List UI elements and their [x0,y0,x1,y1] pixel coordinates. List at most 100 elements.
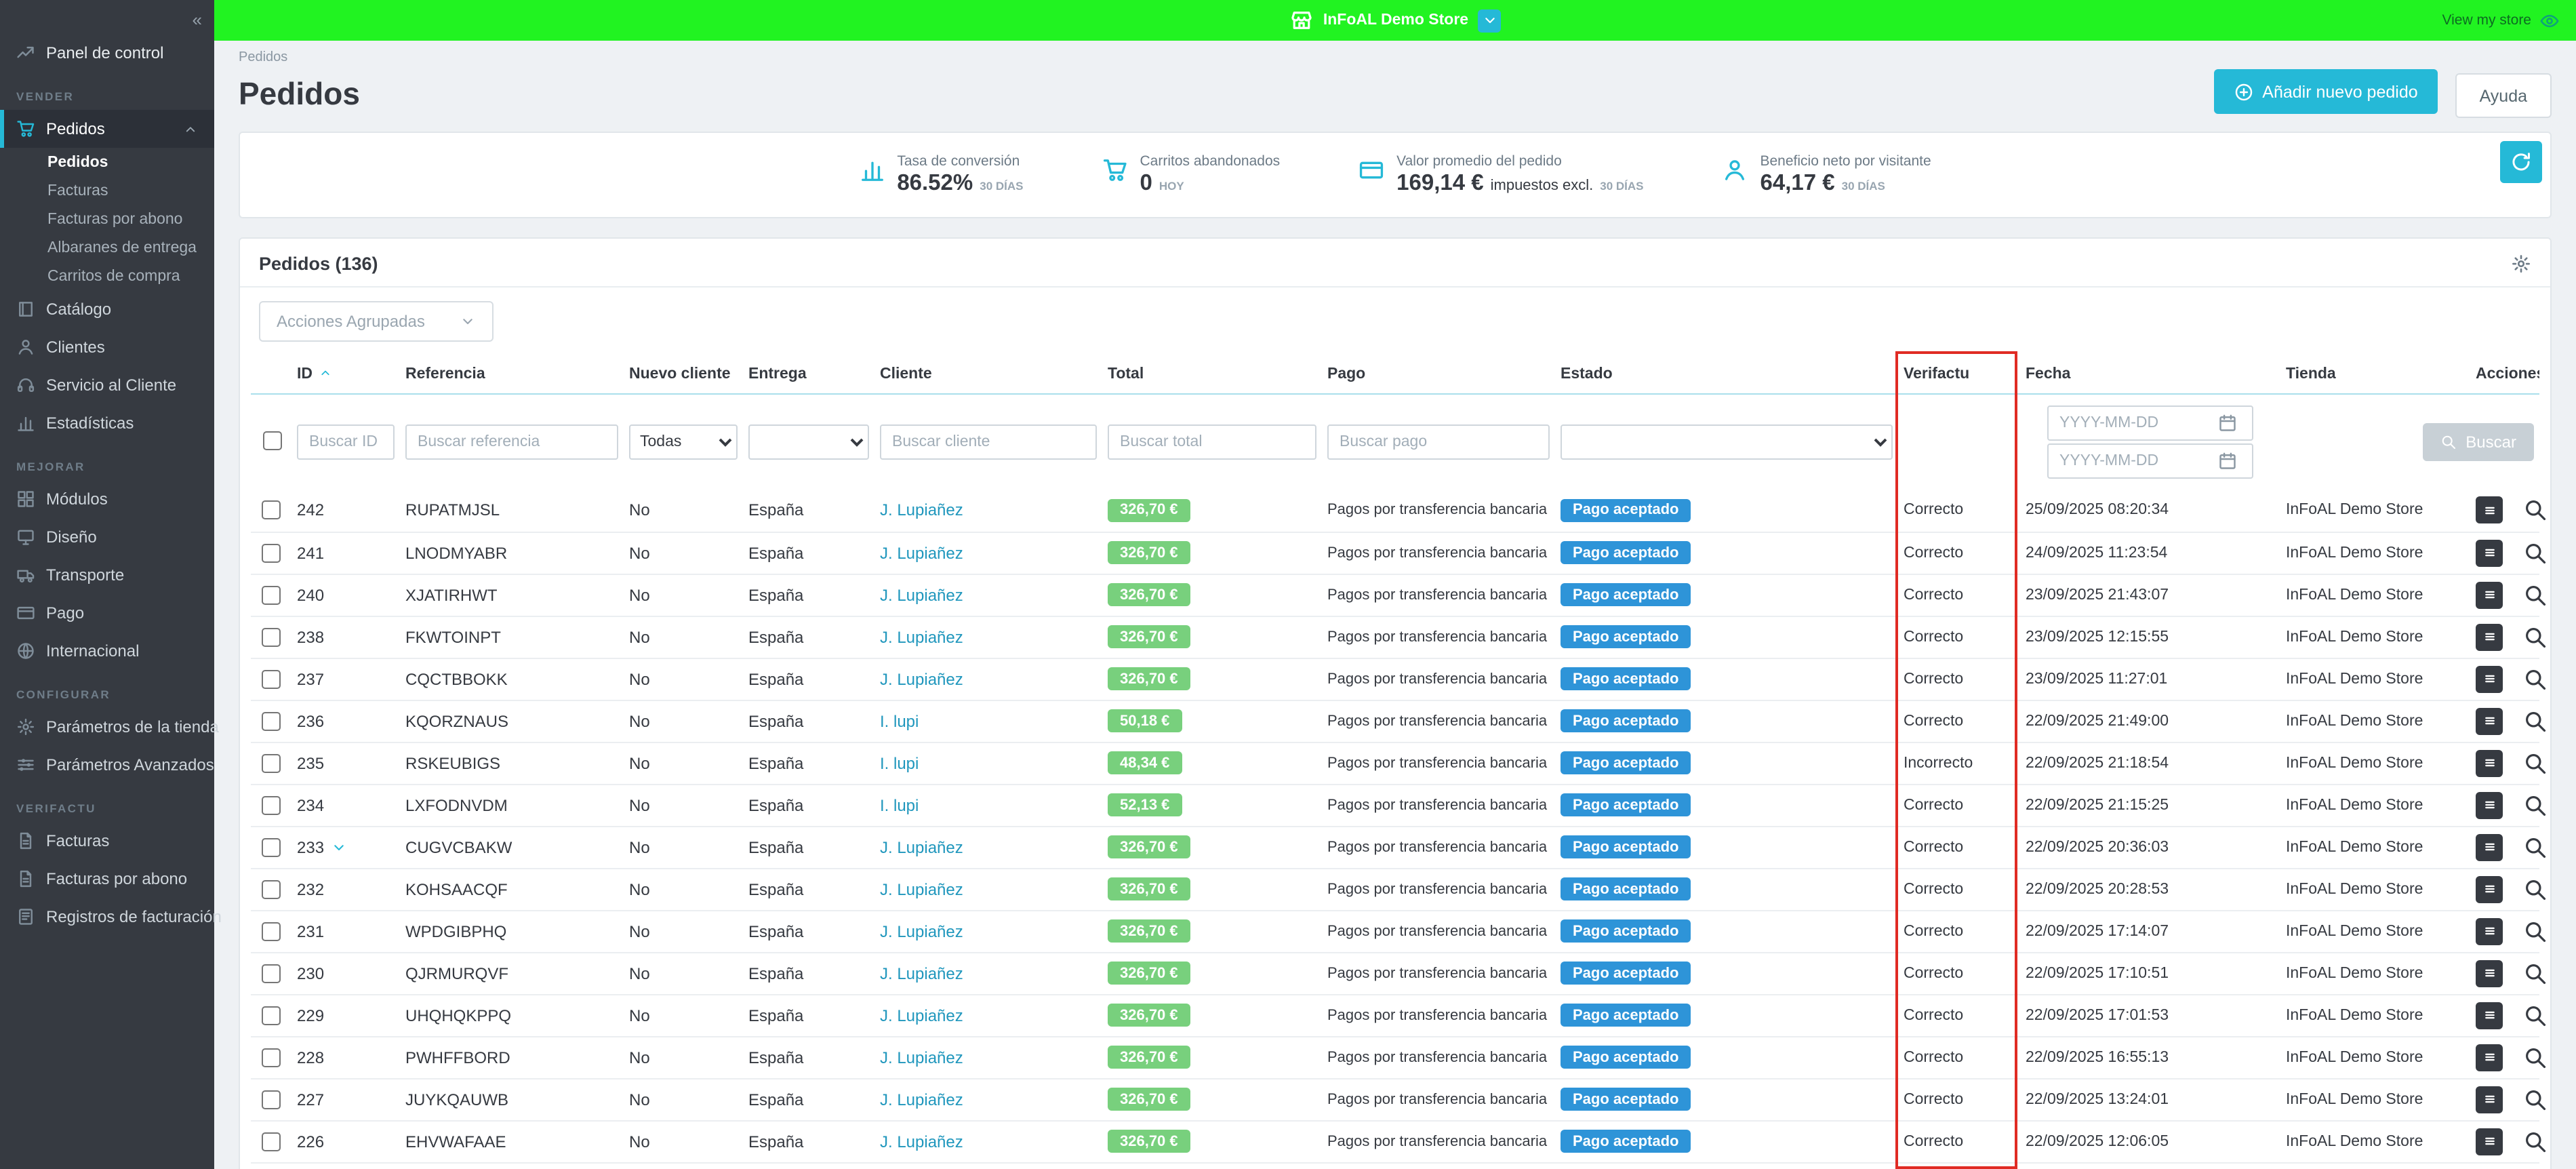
client-link[interactable]: J. Lupiañez [880,1090,963,1109]
view-order-button[interactable] [2522,875,2550,903]
sidebar-item-verifactu-facturas-abono[interactable]: Facturas por abono [0,860,214,898]
sidebar-item-pago[interactable]: Pago [0,594,214,632]
client-link[interactable]: J. Lupiañez [880,1048,963,1067]
refresh-kpi-button[interactable] [2500,141,2542,183]
add-order-button[interactable]: Añadir nuevo pedido [2213,69,2438,114]
order-row[interactable]: 235 RSKEUBIGS No España I. lupi 48,34 € … [251,742,2539,784]
select-all-checkbox[interactable] [262,431,281,450]
order-row[interactable]: 225 NUXWTESOI No España I. lupi 52,13 € … [251,1162,2539,1169]
row-checkbox[interactable] [262,922,281,940]
row-checkbox[interactable] [262,795,281,814]
view-order-button[interactable] [2522,791,2550,818]
order-details-button[interactable] [2476,1128,2503,1155]
order-details-button[interactable] [2476,791,2503,818]
col-referencia[interactable]: Referencia [400,355,624,394]
sidebar-subitem-facturas-abono[interactable]: Facturas por abono [0,205,214,233]
order-details-button[interactable] [2476,1002,2503,1029]
row-checkbox[interactable] [262,837,281,856]
view-order-button[interactable] [2522,833,2550,860]
sidebar-collapse-button[interactable]: « [0,0,214,33]
order-details-button[interactable] [2476,1086,2503,1113]
sidebar-item-pedidos[interactable]: Pedidos [0,110,214,148]
row-checkbox[interactable] [262,585,281,604]
client-link[interactable]: J. Lupiañez [880,1006,963,1025]
sidebar-item-servicio-cliente[interactable]: Servicio al Cliente [0,366,214,404]
sidebar-item-clientes[interactable]: Clientes [0,328,214,366]
view-order-button[interactable] [2522,665,2550,692]
order-details-button[interactable] [2476,749,2503,776]
sidebar-item-registros-facturacion[interactable]: Registros de facturación [0,898,214,936]
view-order-button[interactable] [2522,1086,2550,1113]
col-verifactu[interactable]: Verifactu [1898,355,2020,394]
search-button[interactable]: Buscar [2422,423,2534,461]
view-order-button[interactable] [2522,581,2550,608]
view-order-button[interactable] [2522,1128,2550,1155]
sidebar-item-verifactu-facturas[interactable]: Facturas [0,822,214,860]
row-checkbox[interactable] [262,964,281,983]
store-selector-dropdown[interactable] [1478,9,1501,32]
client-link[interactable]: J. Lupiañez [880,669,963,688]
order-details-button[interactable] [2476,917,2503,945]
order-details-button[interactable] [2476,833,2503,860]
filter-new-client-select[interactable]: Todas [629,424,738,460]
order-row[interactable]: 229 UHQHQKPPQ No España J. Lupiañez 326,… [251,994,2539,1036]
sidebar-item-diseno[interactable]: Diseño [0,518,214,556]
order-details-button[interactable] [2476,665,2503,692]
order-details-button[interactable] [2476,959,2503,987]
sidebar-subitem-carritos[interactable]: Carritos de compra [0,262,214,290]
sidebar-item-modulos[interactable]: Módulos [0,480,214,518]
sidebar-item-catalogo[interactable]: Catálogo [0,290,214,328]
sidebar-item-parametros-avanzados[interactable]: Parámetros Avanzados [0,746,214,784]
filter-reference-input[interactable] [405,424,618,460]
order-details-button[interactable] [2476,539,2503,566]
row-checkbox[interactable] [262,501,281,520]
order-row[interactable]: 241 LNODMYABR No España J. Lupiañez 326,… [251,532,2539,574]
client-link[interactable]: I. lupi [880,711,919,730]
row-checkbox[interactable] [262,1132,281,1151]
client-link[interactable]: J. Lupiañez [880,922,963,940]
client-link[interactable]: J. Lupiañez [880,627,963,646]
row-checkbox[interactable] [262,753,281,772]
order-row[interactable]: 227 JUYKQAUWB No España J. Lupiañez 326,… [251,1078,2539,1120]
client-link[interactable]: J. Lupiañez [880,1132,963,1151]
client-link[interactable]: I. lupi [880,753,919,772]
sidebar-item-parametros-tienda[interactable]: Parámetros de la tienda [0,708,214,746]
order-details-button[interactable] [2476,497,2503,524]
row-checkbox[interactable] [262,543,281,562]
sidebar-subitem-facturas[interactable]: Facturas [0,176,214,205]
order-details-button[interactable] [2476,623,2503,650]
col-id[interactable]: ID [291,355,400,394]
filter-id-input[interactable] [297,424,395,460]
calendar-icon[interactable] [2218,452,2237,471]
view-order-button[interactable] [2522,707,2550,734]
sidebar-subitem-pedidos[interactable]: Pedidos [0,148,214,176]
client-link[interactable]: J. Lupiañez [880,543,963,562]
view-order-button[interactable] [2522,749,2550,776]
order-details-button[interactable] [2476,581,2503,608]
order-details-button[interactable] [2476,1044,2503,1071]
client-link[interactable]: I. lupi [880,795,919,814]
sidebar-item-transporte[interactable]: Transporte [0,556,214,594]
order-row[interactable]: 233 CUGVCBAKW No España J. Lupiañez 326,… [251,826,2539,868]
help-button[interactable]: Ayuda [2455,73,2552,118]
client-link[interactable]: J. Lupiañez [880,879,963,898]
col-nuevo-cliente[interactable]: Nuevo cliente [624,355,743,394]
col-cliente[interactable]: Cliente [874,355,1102,394]
filter-total-input[interactable] [1108,424,1316,460]
view-my-store-link[interactable]: View my store [2442,0,2560,41]
view-order-button[interactable] [2522,917,2550,945]
bulk-actions-dropdown[interactable]: Acciones Agrupadas [259,301,494,342]
order-row[interactable]: 226 EHVWAFAAE No España J. Lupiañez 326,… [251,1120,2539,1162]
view-order-button[interactable] [2522,539,2550,566]
order-row[interactable]: 231 WPDGIBPHQ No España J. Lupiañez 326,… [251,910,2539,952]
row-checkbox[interactable] [262,711,281,730]
client-link[interactable]: J. Lupiañez [880,585,963,604]
view-order-button[interactable] [2522,497,2550,524]
row-checkbox[interactable] [262,1048,281,1067]
client-link[interactable]: J. Lupiañez [880,964,963,983]
row-checkbox[interactable] [262,1090,281,1109]
order-row[interactable]: 228 PWHFFBORD No España J. Lupiañez 326,… [251,1036,2539,1078]
order-row[interactable]: 232 KOHSAACQF No España J. Lupiañez 326,… [251,868,2539,910]
order-row[interactable]: 234 LXFODNVDM No España I. lupi 52,13 € … [251,784,2539,826]
filter-delivery-select[interactable] [748,424,869,460]
